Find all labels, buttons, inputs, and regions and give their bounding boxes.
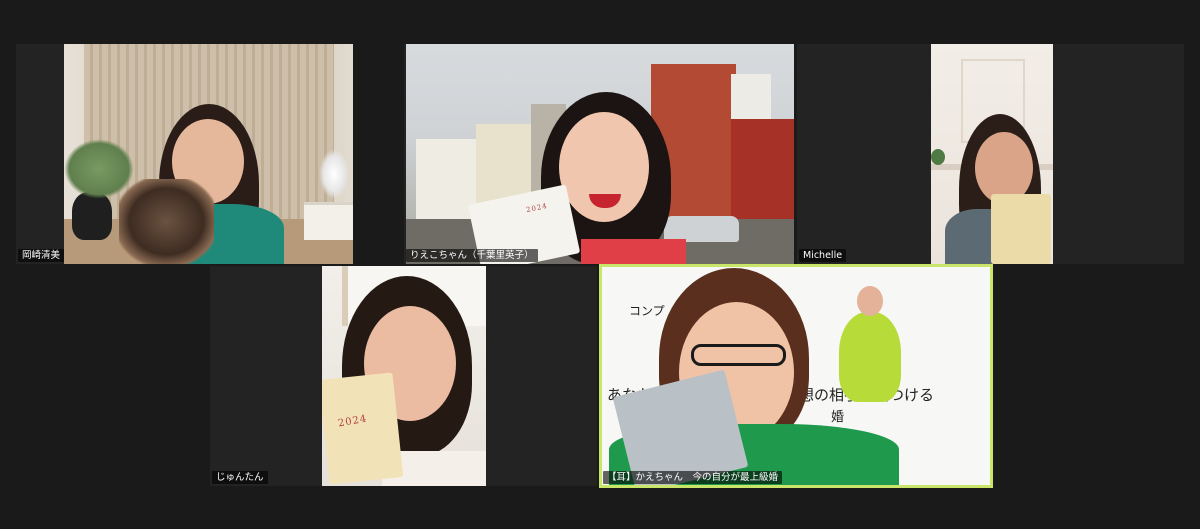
glasses bbox=[691, 344, 786, 366]
participant-name-label: 岡崎清美 bbox=[18, 249, 65, 262]
plant-pot bbox=[72, 192, 112, 240]
participant-video: 2024 bbox=[322, 266, 486, 486]
flowers bbox=[319, 149, 349, 199]
participant-video: コンプ あなた 想の相手を見つける 婚 ラー bbox=[599, 264, 993, 488]
poster-person-dress bbox=[839, 312, 901, 402]
video-tile-participant-5-active-speaker[interactable]: コンプ あなた 想の相手を見つける 婚 ラー 【耳】かえちゃん 今の自分が最上級… bbox=[599, 264, 993, 488]
shirt bbox=[581, 239, 686, 264]
participant-name-label: 【耳】かえちゃん 今の自分が最上級婚 bbox=[603, 471, 783, 484]
video-tile-participant-2[interactable]: 2024 りえこちゃん（千葉里英子） bbox=[404, 44, 794, 264]
participant-video bbox=[64, 44, 353, 264]
plant bbox=[931, 149, 945, 165]
notebook bbox=[322, 372, 404, 485]
background-text-line2: 婚 bbox=[831, 410, 845, 425]
video-tile-participant-1[interactable]: 岡崎清美 bbox=[16, 44, 353, 264]
video-tile-participant-4[interactable]: 2024 じゅんたん bbox=[210, 266, 597, 486]
participant-video: 2024 bbox=[406, 44, 794, 264]
video-tile-participant-3[interactable]: Michelle bbox=[797, 44, 1184, 264]
building-red-right bbox=[731, 119, 794, 219]
building-white bbox=[416, 139, 476, 219]
notebook bbox=[991, 194, 1051, 264]
table bbox=[304, 202, 353, 240]
background-text-top: コンプ bbox=[629, 304, 665, 318]
cat bbox=[119, 179, 214, 264]
participant-name-label: じゅんたん bbox=[212, 471, 268, 484]
participant-video bbox=[931, 44, 1053, 264]
participant-name-label: Michelle bbox=[799, 249, 847, 262]
participant-name-label: りえこちゃん（千葉里英子） bbox=[406, 249, 538, 262]
poster-person-face bbox=[857, 286, 883, 316]
